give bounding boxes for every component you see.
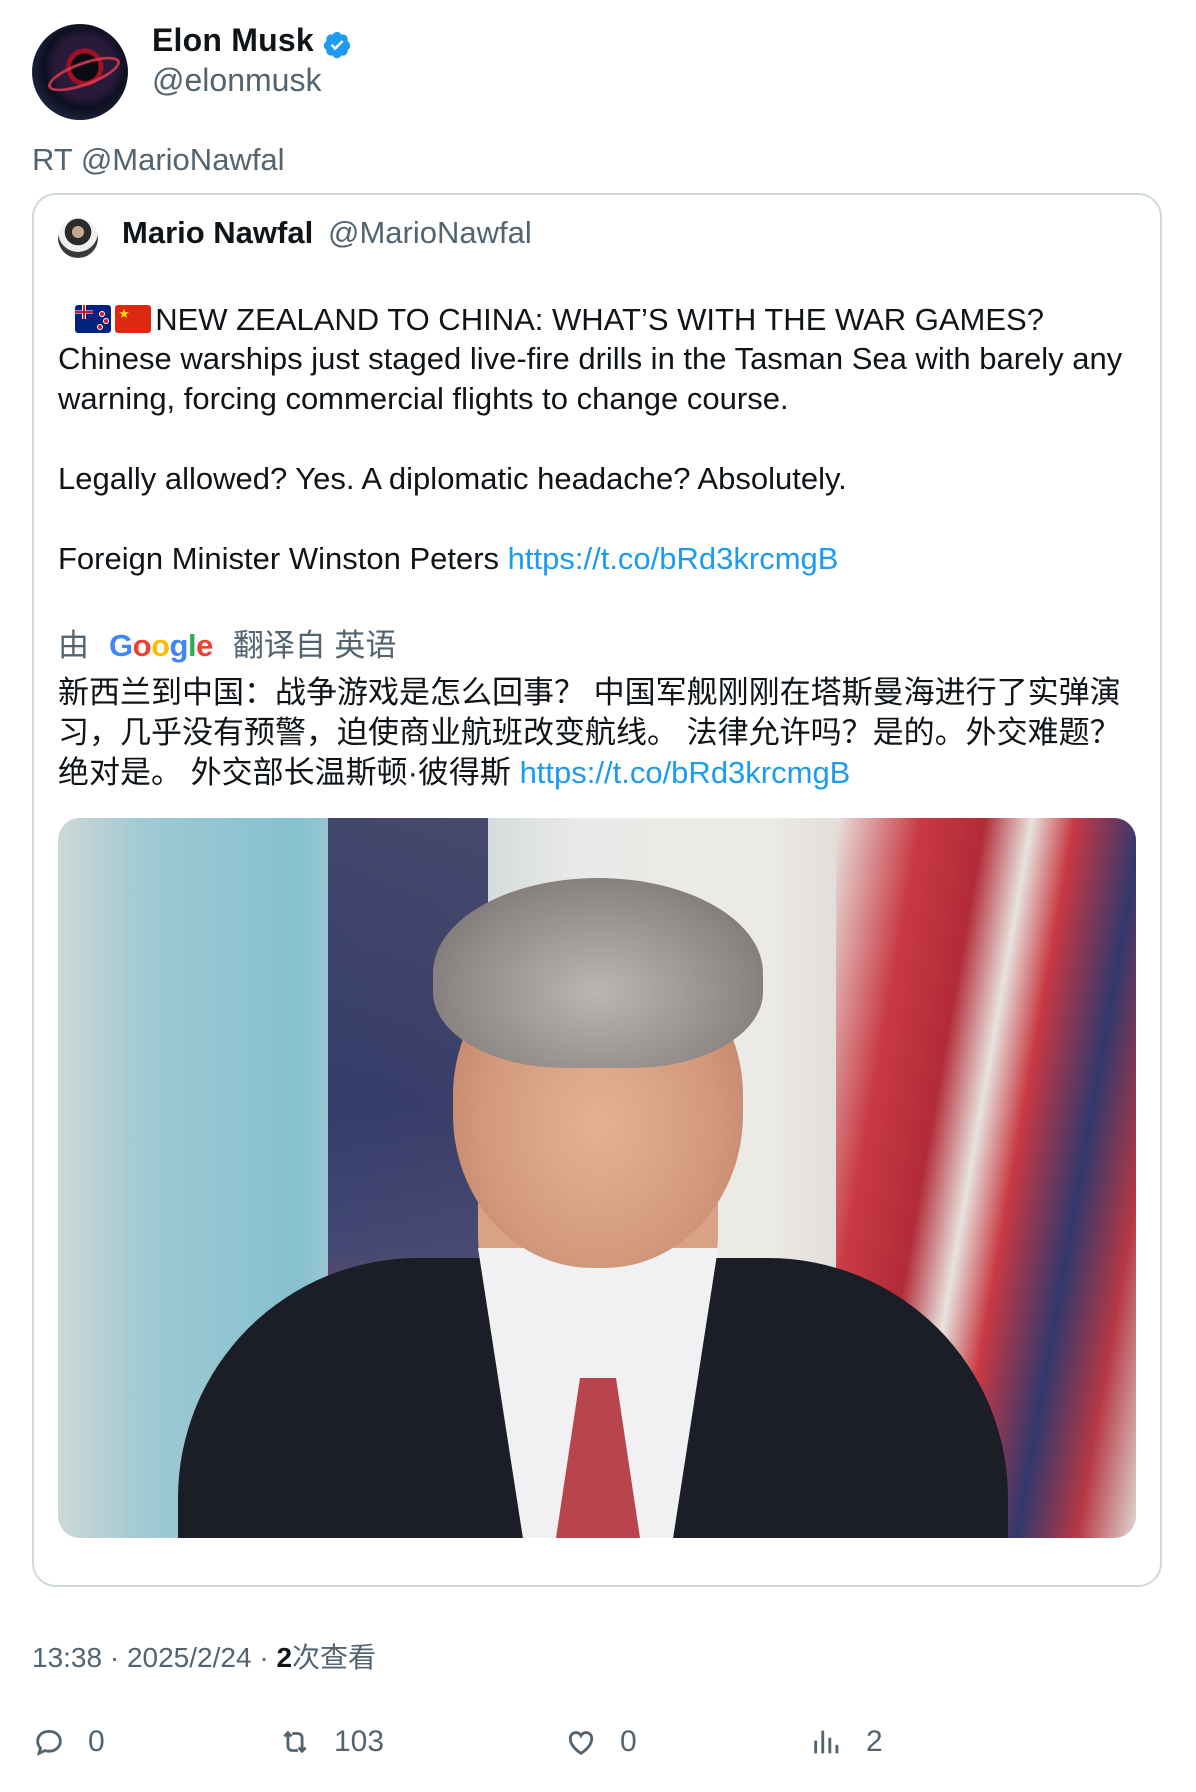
tweet-time[interactable]: 13:38 [32,1642,102,1673]
quoted-headline: ★ NEW ZEALAND TO CHINA: WHAT’S WITH THE W… [58,260,1138,340]
paragraph-3-text: Foreign Minister Winston Peters [58,541,508,576]
retweet-icon [283,1730,307,1754]
like-button[interactable]: 0 [564,1722,637,1762]
author-avatar[interactable] [32,24,128,120]
tweet-photo[interactable] [58,818,1136,1538]
tweet-link[interactable]: https://t.co/bRd3krcmgB [508,541,839,576]
new-zealand-flag-icon [75,305,112,333]
china-flag-icon: ★ [115,305,152,333]
reply-button[interactable]: 0 [32,1722,105,1762]
retweet-button[interactable]: 103 [278,1722,384,1762]
quoted-author-avatar[interactable] [58,218,98,258]
reply-icon [36,1729,62,1756]
tweet-meta: 13:38 · 2025/2/24 · 2次查看 [32,1636,376,1676]
views-count: 2 [276,1642,293,1673]
heart-icon [568,1731,594,1755]
meta-separator-2: · [251,1642,277,1673]
author-handle[interactable]: @elonmusk [152,62,321,99]
translated-link[interactable]: https://t.co/bRd3krcmgB [520,755,851,790]
meta-separator: · [102,1642,127,1673]
retweet-label: RT @MarioNawfal [32,142,285,177]
tweet-date[interactable]: 2025/2/24 [127,1642,252,1673]
headline-text: NEW ZEALAND TO CHINA: WHAT’S WITH THE WA… [155,302,1044,337]
like-count: 0 [620,1725,637,1758]
views-button[interactable]: 2 [810,1722,883,1762]
analytics-icon [814,1730,839,1754]
translated-text: 新西兰到中国：战争游戏是怎么回事？ 中国军舰刚刚在塔斯曼海进行了实弹演习，几乎没… [58,673,1138,793]
quoted-paragraph-3: Foreign Minister Winston Peters https://… [58,539,1138,579]
translation-from: 翻译自 英语 [232,628,397,663]
views-label: 次查看 [292,1642,377,1673]
quoted-author-handle[interactable]: @MarioNawfal [328,215,532,251]
translation-by: 由 [58,628,89,663]
reply-count: 0 [88,1725,105,1758]
author-name[interactable]: Elon Musk [152,22,314,59]
google-logo: Google [109,628,213,663]
translation-attribution[interactable]: 由 Google 翻译自 英语 [58,620,396,665]
quoted-paragraph-2: Legally allowed? Yes. A diplomatic heada… [58,461,847,496]
retweet-count: 103 [334,1725,385,1758]
views-action-count: 2 [866,1725,883,1758]
verified-badge-icon [323,31,351,59]
quoted-paragraph-1: Chinese warships just staged live-fire d… [58,341,1131,416]
quoted-author-name[interactable]: Mario Nawfal [122,215,313,251]
